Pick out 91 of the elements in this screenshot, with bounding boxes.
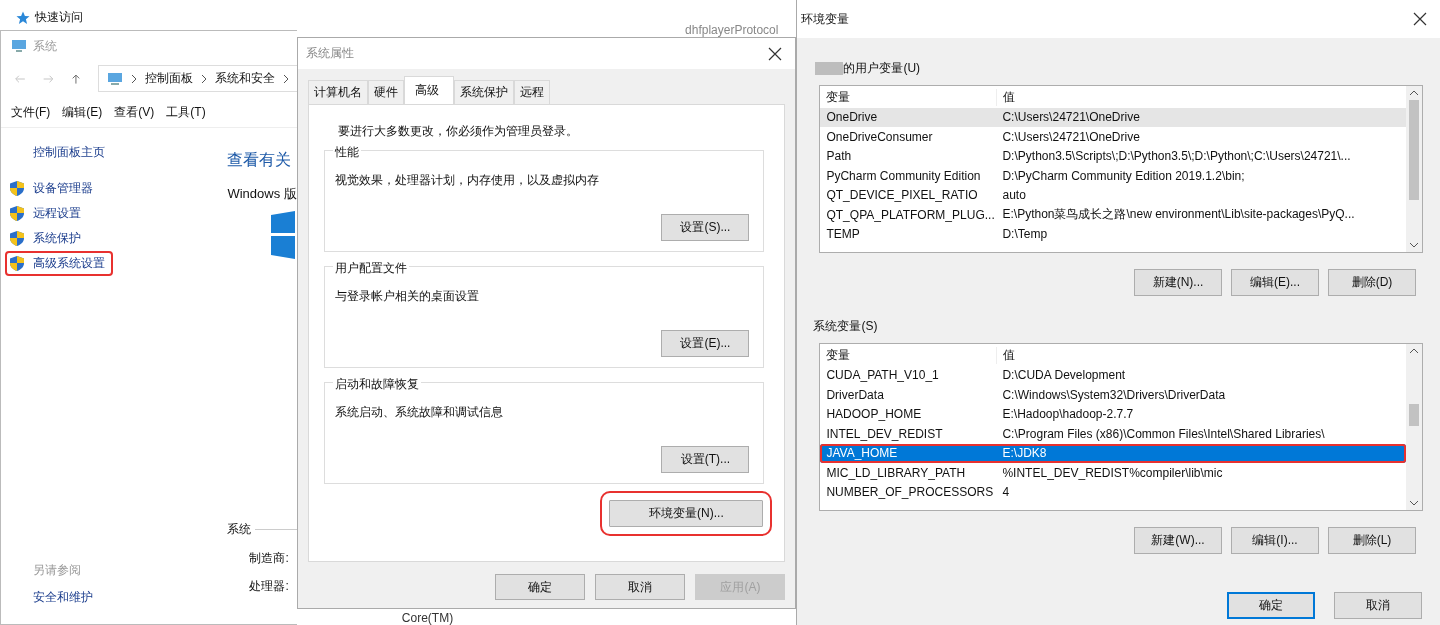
group-title: 用户配置文件 bbox=[332, 260, 409, 277]
settings-button[interactable]: 设置(T)... bbox=[661, 446, 750, 473]
table-row[interactable]: QT_QPA_PLATFORM_PLUG... E:\Python菜鸟成长之路\new environment\Lib\site-packages\PyQ... bbox=[820, 205, 1407, 225]
breadcrumb-item[interactable]: 系统和安全 bbox=[214, 70, 275, 87]
table-row[interactable]: CUDA_PATH_V10_1 D:\CUDA Development bbox=[820, 365, 1407, 385]
table-row[interactable]: INTEL_DEV_REDIST C:\Program Files (x86)\Common Files\Intel\Shared Libraries\ bbox=[820, 424, 1407, 444]
table-row[interactable]: Path D:\Python3.5\Scripts\;D:\Python3.5\;D:\Python\;C:\Users\24721\... bbox=[820, 146, 1407, 166]
shield-icon bbox=[9, 205, 25, 222]
task-link[interactable]: 高级系统设置 bbox=[5, 251, 113, 276]
section-label: 的用户变量(U) bbox=[843, 60, 921, 77]
shield-icon bbox=[9, 180, 25, 197]
address-bar[interactable]: 控制面板 系统和安全 bbox=[97, 65, 297, 92]
back-arrow-icon bbox=[15, 72, 26, 85]
edition-label: Windows 版 bbox=[227, 185, 297, 203]
tab[interactable]: 硬件 bbox=[367, 80, 404, 104]
list-action-button[interactable]: 编辑(I)... bbox=[1231, 527, 1319, 554]
column-header[interactable]: 值 bbox=[997, 89, 1016, 107]
menu-item[interactable]: 文件(F) bbox=[11, 104, 51, 121]
shield-icon bbox=[9, 255, 25, 272]
menu-item[interactable]: 编辑(E) bbox=[62, 104, 103, 121]
tab[interactable]: 高级 bbox=[403, 76, 454, 104]
list-action-button[interactable]: 删除(D) bbox=[1328, 269, 1416, 296]
section-label: 系统变量(S) bbox=[813, 318, 878, 335]
settings-button[interactable]: 设置(S)... bbox=[661, 214, 750, 241]
admin-note: 要进行大多数更改，你必须作为管理员登录。 bbox=[337, 123, 579, 140]
scroll-thumb[interactable] bbox=[1409, 404, 1420, 426]
dialog-title: 环境变量 bbox=[801, 10, 850, 28]
table-row[interactable]: NUMBER_OF_PROCESSORS 4 bbox=[820, 482, 1407, 502]
processor-text: Core(TM) bbox=[401, 611, 454, 625]
dialog-button[interactable]: 取消 bbox=[1334, 592, 1422, 619]
dialog-title: 系统属性 bbox=[305, 45, 354, 62]
field-label: 处理器: bbox=[249, 578, 289, 595]
task-link[interactable]: 系统保护 bbox=[5, 226, 89, 251]
menu-item[interactable]: 查看(V) bbox=[114, 104, 155, 121]
scroll-down-icon bbox=[1409, 500, 1420, 506]
breadcrumb-item[interactable]: 控制面板 bbox=[144, 70, 193, 87]
file-type-cell: dhfplayerProtocol bbox=[685, 23, 779, 37]
group-title: 性能 bbox=[332, 144, 361, 161]
dialog-button[interactable]: 确定 bbox=[1227, 592, 1315, 619]
window-title: 系统 bbox=[33, 37, 57, 55]
page-heading: 查看有关 bbox=[227, 150, 292, 170]
section-title: 系统 bbox=[227, 521, 252, 538]
chevron-right-icon bbox=[282, 73, 289, 84]
column-header[interactable]: 变量 bbox=[820, 347, 998, 365]
task-link[interactable]: 远程设置 bbox=[5, 201, 89, 226]
group-title: 启动和故障恢复 bbox=[332, 376, 421, 393]
close-icon bbox=[767, 45, 784, 62]
table-row[interactable]: JAVA_HOME E:\JDK8 bbox=[820, 443, 1407, 463]
quick-access-link[interactable]: 快速访问 bbox=[35, 9, 83, 26]
list-action-button[interactable]: 删除(L) bbox=[1328, 527, 1416, 554]
group-description: 视觉效果，处理器计划，内存使用，以及虚拟内存 bbox=[334, 172, 600, 189]
tab[interactable]: 远程 bbox=[513, 80, 550, 104]
list-action-button[interactable]: 编辑(E)... bbox=[1231, 269, 1319, 296]
table-row[interactable]: OneDrive C:\Users\24721\OneDrive bbox=[820, 107, 1407, 127]
computer-icon bbox=[106, 71, 123, 86]
table-row[interactable]: DriverData C:\Windows\System32\Drivers\DriverData bbox=[820, 385, 1407, 405]
table-row[interactable]: QT_DEVICE_PIXEL_RATIO auto bbox=[820, 185, 1407, 205]
scroll-down-icon bbox=[1409, 242, 1420, 248]
windows-logo-icon bbox=[271, 211, 296, 259]
table-row[interactable]: MIC_LD_LIBRARY_PATH %INTEL_DEV_REDIST%compiler\lib\mic bbox=[820, 463, 1407, 483]
redacted-name bbox=[815, 62, 844, 75]
control-panel-home-link[interactable]: 控制面板主页 bbox=[33, 144, 105, 161]
dialog-button[interactable]: 确定 bbox=[495, 574, 586, 600]
tab[interactable]: 系统保护 bbox=[453, 80, 514, 104]
tab[interactable]: 计算机名 bbox=[307, 80, 368, 104]
shield-icon bbox=[9, 230, 25, 247]
list-action-button[interactable]: 新建(W)... bbox=[1134, 527, 1222, 554]
table-row[interactable]: TEMP D:\Temp bbox=[820, 224, 1407, 244]
settings-button[interactable]: 设置(E)... bbox=[661, 330, 750, 357]
column-header[interactable]: 变量 bbox=[820, 89, 998, 107]
table-row[interactable]: OneDriveConsumer C:\Users\24721\OneDrive bbox=[820, 127, 1407, 147]
task-link[interactable]: 设备管理器 bbox=[5, 176, 101, 201]
menu-item[interactable]: 工具(T) bbox=[166, 104, 206, 121]
column-header[interactable]: 值 bbox=[997, 347, 1016, 365]
scroll-thumb[interactable] bbox=[1409, 100, 1420, 200]
close-icon bbox=[1412, 11, 1428, 27]
chevron-right-icon bbox=[200, 73, 207, 84]
dialog-button[interactable]: 取消 bbox=[595, 574, 686, 600]
group-description: 与登录帐户相关的桌面设置 bbox=[334, 288, 480, 305]
table-row[interactable]: PyCharm Community Edition D:\PyCharm Community Edition 2019.1.2\bin; bbox=[820, 166, 1407, 186]
see-also-link[interactable]: 安全和维护 bbox=[33, 589, 93, 606]
table-row[interactable]: HADOOP_HOME E:\Hadoop\hadoop-2.7.7 bbox=[820, 404, 1407, 424]
see-also-title: 另请参阅 bbox=[33, 562, 81, 579]
scroll-up-icon bbox=[1409, 348, 1420, 354]
scroll-up-icon bbox=[1409, 90, 1420, 96]
field-label: 制造商: bbox=[249, 550, 289, 567]
chevron-right-icon bbox=[130, 73, 137, 84]
star-icon bbox=[16, 10, 30, 25]
list-action-button[interactable]: 新建(N)... bbox=[1134, 269, 1222, 296]
group-description: 系统启动、系统故障和调试信息 bbox=[334, 404, 504, 421]
computer-icon bbox=[11, 39, 27, 53]
